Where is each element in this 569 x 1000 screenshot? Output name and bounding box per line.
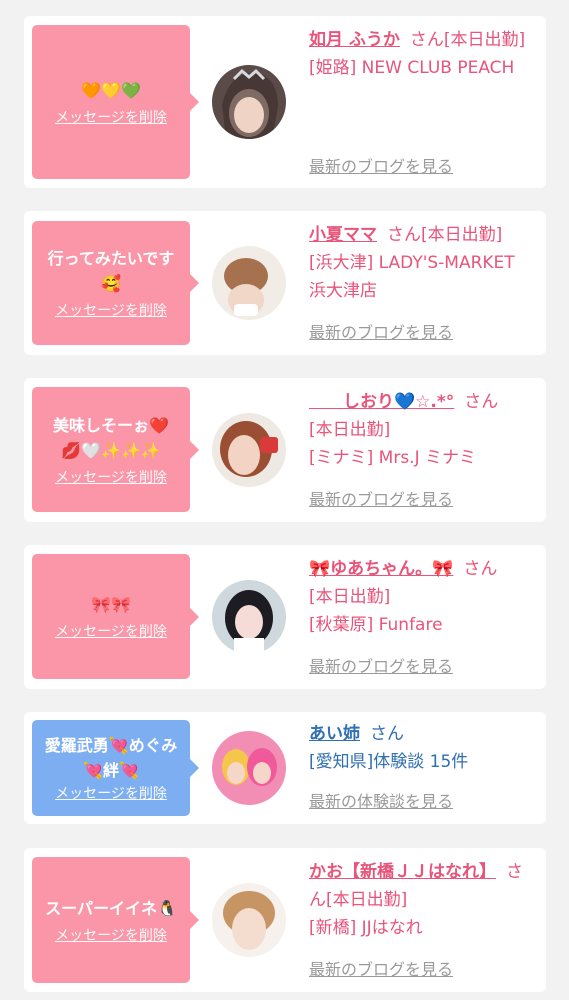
status-text: [本日出勤] <box>326 890 408 910</box>
honorific: さん <box>387 225 421 245</box>
avatar-image <box>212 246 286 320</box>
delete-message-link[interactable]: メッセージを削除 <box>55 785 167 803</box>
avatar[interactable] <box>212 246 286 320</box>
avatar[interactable] <box>212 883 286 957</box>
shop-text: [秋葉原] Funfare <box>309 615 443 635</box>
user-info: あい姉 さん [愛知県]体験談 15件 <box>309 720 534 776</box>
user-info: かお【新橋ＪＪはなれ】 さん[本日出勤] [新橋] JJはなれ <box>309 858 534 942</box>
user-info: 小夏ママ さん[本日出勤] [浜大津] LADY'S-MARKET 浜大津店 <box>309 221 534 305</box>
message-bubble: 美味しそーぉ❤️💋🤍✨✨✨ メッセージを削除 <box>32 387 199 512</box>
message-bubble: 愛羅武勇💘めぐみ💘絆💘 メッセージを削除 <box>32 720 199 816</box>
latest-blog-link[interactable]: 最新のブログを見る <box>309 490 453 510</box>
message-text: 愛羅武勇💘めぐみ💘絆💘 <box>44 736 178 780</box>
user-name-link[interactable]: しおり💙☆.*° <box>309 392 454 412</box>
latest-review-link[interactable]: 最新の体験談を見る <box>309 792 453 812</box>
delete-message-link[interactable]: メッセージを削除 <box>55 302 167 320</box>
message-card: 美味しそーぉ❤️💋🤍✨✨✨ メッセージを削除 しおり💙☆.*° さん [本日出勤]… <box>24 378 546 522</box>
message-card: スーパーイイネ🐧 メッセージを削除 かお【新橋ＪＪはなれ】 さん[本日出勤] [新… <box>24 848 546 992</box>
user-info: 🎀ゆあちゃん。🎀 さん [本日出勤] [秋葉原] Funfare <box>309 555 534 639</box>
message-bubble: スーパーイイネ🐧 メッセージを削除 <box>32 857 199 983</box>
message-bubble: 🎀🎀 メッセージを削除 <box>32 554 199 679</box>
user-name-link[interactable]: あい姉 <box>309 724 360 744</box>
delete-message-link[interactable]: メッセージを削除 <box>55 927 167 945</box>
shop-text: [愛知県]体験談 15件 <box>309 752 469 772</box>
status-text: [本日出勤] <box>443 30 526 50</box>
user-info: 如月 ふうか さん[本日出勤] [姫路] NEW CLUB PEACH <box>309 26 534 82</box>
avatar-image <box>212 731 286 805</box>
status-text: [本日出勤] <box>309 587 391 607</box>
delete-message-link[interactable]: メッセージを削除 <box>55 623 167 641</box>
avatar-image <box>212 65 286 139</box>
honorific: さん <box>464 392 499 412</box>
latest-blog-link[interactable]: 最新のブログを見る <box>309 960 453 980</box>
status-text: [本日出勤] <box>421 225 503 245</box>
latest-blog-link[interactable]: 最新のブログを見る <box>309 657 453 677</box>
avatar-image <box>212 413 286 487</box>
honorific: さん <box>409 30 444 50</box>
message-text: 🎀🎀 <box>91 595 131 614</box>
avatar[interactable] <box>212 731 286 805</box>
avatar[interactable] <box>212 413 286 487</box>
shop-text: [ミナミ] Mrs.J ミナミ <box>309 448 477 468</box>
user-info: しおり💙☆.*° さん [本日出勤] [ミナミ] Mrs.J ミナミ <box>309 388 534 472</box>
latest-blog-link[interactable]: 最新のブログを見る <box>309 157 453 177</box>
avatar[interactable] <box>212 580 286 654</box>
user-name-link[interactable]: かお【新橋ＪＪはなれ】 <box>309 862 496 882</box>
message-card: 🎀🎀 メッセージを削除 🎀ゆあちゃん。🎀 さん [本日出勤] [秋葉原] Funf… <box>24 545 546 689</box>
latest-blog-link[interactable]: 最新のブログを見る <box>309 323 453 343</box>
message-text: 行ってみたいです🥰 <box>47 249 175 293</box>
shop-text: [浜大津] LADY'S-MARKET 浜大津店 <box>309 253 515 301</box>
honorific: さん <box>463 559 498 579</box>
user-name-link[interactable]: 如月 ふうか <box>309 30 400 50</box>
avatar[interactable] <box>212 65 286 139</box>
message-card: 行ってみたいです🥰 メッセージを削除 小夏ママ さん[本日出勤] [浜大津] LA… <box>24 211 546 355</box>
message-card: 🧡💛💚 メッセージを削除 如月 ふうか さん[本日出勤] [姫路] NEW CLU… <box>24 16 546 188</box>
avatar-image <box>212 883 286 957</box>
user-name-link[interactable]: 小夏ママ <box>309 225 377 245</box>
status-text: [本日出勤] <box>309 420 391 440</box>
delete-message-link[interactable]: メッセージを削除 <box>55 469 167 487</box>
message-bubble: 行ってみたいです🥰 メッセージを削除 <box>32 221 199 345</box>
message-bubble: 🧡💛💚 メッセージを削除 <box>32 25 199 179</box>
message-text: 🧡💛💚 <box>81 80 141 100</box>
honorific: さん <box>370 724 404 744</box>
delete-message-link[interactable]: メッセージを削除 <box>55 109 167 127</box>
shop-text: [姫路] NEW CLUB PEACH <box>309 58 515 78</box>
message-text: スーパーイイネ🐧 <box>45 898 177 918</box>
user-name-link[interactable]: 🎀ゆあちゃん。🎀 <box>309 559 453 579</box>
message-card: 愛羅武勇💘めぐみ💘絆💘 メッセージを削除 あい姉 さん [愛知県]体験談 15件 … <box>24 712 546 824</box>
shop-text: [新橋] JJはなれ <box>309 918 423 938</box>
avatar-image <box>212 580 286 654</box>
message-text: 美味しそーぉ❤️💋🤍✨✨✨ <box>53 415 169 460</box>
